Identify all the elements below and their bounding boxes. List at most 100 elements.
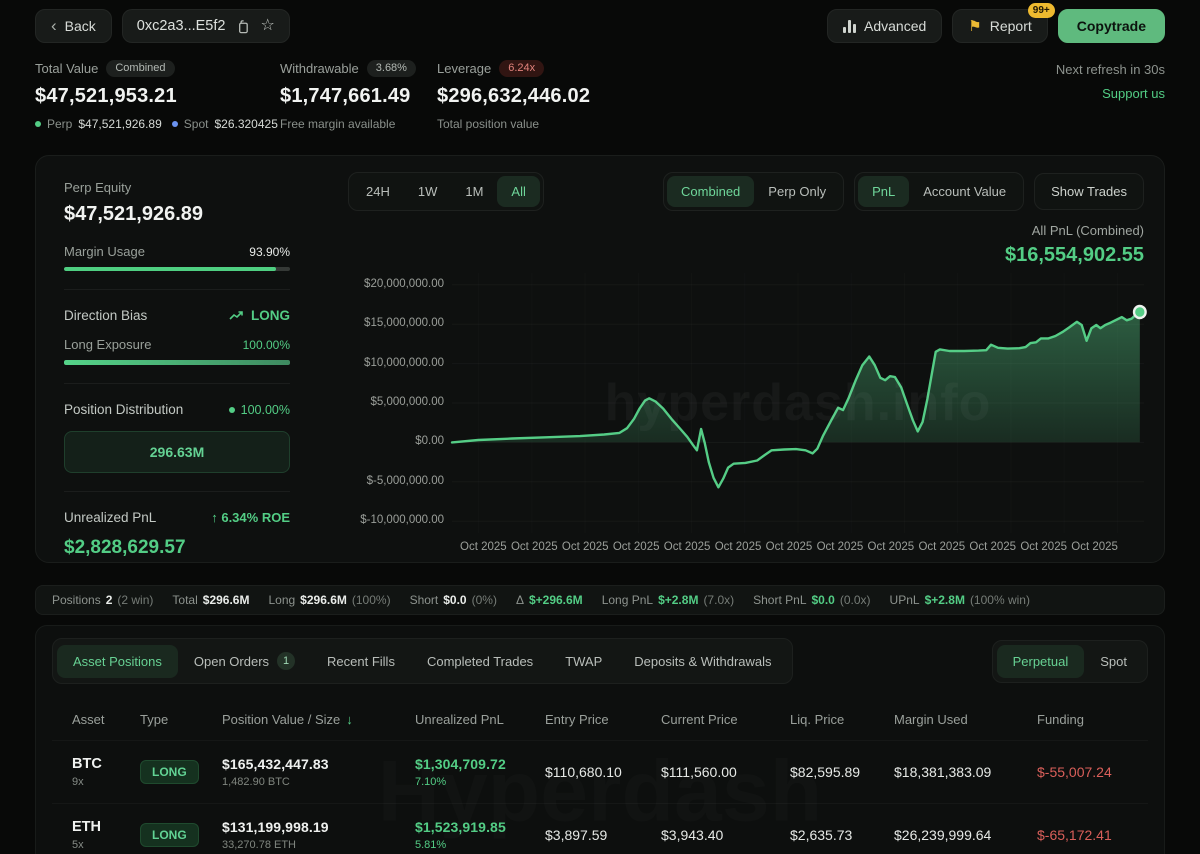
summary-stat-label: Positions <box>52 593 101 607</box>
withdrawable-value: $1,747,661.49 <box>280 85 411 107</box>
divider <box>64 289 290 290</box>
show-trades-button[interactable]: Show Trades <box>1034 173 1144 210</box>
mode-combined[interactable]: Combined <box>667 176 755 207</box>
column-header-label: Funding <box>1037 711 1084 727</box>
position-row-eth[interactable]: ETH 5x LONG $131,199,998.19 33,270.78 ETH $1,… <box>52 803 1148 854</box>
x-axis-tick: Oct 2025 <box>510 541 558 553</box>
long-exposure-label: Long Exposure <box>64 337 152 352</box>
entry-price: $3,897.59 <box>545 827 608 843</box>
copytrade-button[interactable]: Copytrade <box>1057 9 1165 43</box>
margin-usage-value: 93.90% <box>249 244 290 259</box>
metric-account-value[interactable]: Account Value <box>909 176 1020 207</box>
position-value-cell: $165,432,447.83 1,482.90 BTC <box>222 756 415 788</box>
summary-stat-value: $296.6M <box>202 593 250 607</box>
long-exposure-bar-fill <box>64 360 290 365</box>
column-header-current-price[interactable]: Current Price <box>661 712 790 727</box>
position-row-btc[interactable]: BTC 9x LONG $165,432,447.83 1,482.90 BTC $1,3… <box>52 740 1148 803</box>
time-range-selector: 24H 1W 1M All <box>348 172 544 211</box>
summary-stat-positions: Positions 2 (2 win) <box>52 593 153 607</box>
unrealized-pnl-percent: 5.81% <box>415 839 447 851</box>
summary-stat-extra: (0%) <box>471 593 497 607</box>
wallet-address-pill[interactable]: 0xc2a3...E5f2 ☆ <box>121 9 290 43</box>
leverage-sub: Total position value <box>437 117 540 131</box>
distribution-dot-icon <box>228 406 235 413</box>
column-header-asset[interactable]: Asset <box>72 712 140 727</box>
summary-stat-label: Long <box>268 593 296 607</box>
column-header-margin-used[interactable]: Margin Used <box>894 712 1037 727</box>
tab-label: Completed Trades <box>426 653 534 669</box>
y-axis-tick: $10,000,000.00 <box>364 356 444 369</box>
advanced-button[interactable]: Advanced <box>827 9 943 43</box>
combined-badge: Combined <box>106 60 175 77</box>
column-header-funding[interactable]: Funding <box>1037 712 1148 727</box>
summary-stat-value: $+2.8M <box>658 593 699 607</box>
summary-stat-extra: (2 win) <box>117 593 154 607</box>
time-range-1w[interactable]: 1W <box>404 176 452 207</box>
tab-asset-positions[interactable]: Asset Positions <box>57 644 178 678</box>
tab-deposits-withdrawals[interactable]: Deposits & Withdrawals <box>618 645 787 678</box>
type-cell: LONG <box>140 823 222 847</box>
pnl-area-chart[interactable]: hyperdash.info <box>452 273 1147 533</box>
tab-completed-trades[interactable]: Completed Trades <box>411 645 549 678</box>
top-bar: ‹ Back 0xc2a3...E5f2 ☆ Advanced ⚑ Report… <box>35 3 1165 44</box>
leverage-label: Leverage <box>437 61 492 76</box>
time-range-1m[interactable]: 1M <box>451 176 497 207</box>
column-header-position-value-size[interactable]: Position Value / Size ↓ <box>222 712 415 727</box>
summary-stat-upnl: UPnL $+2.8M (100% win) <box>890 593 1030 607</box>
column-header-entry-price[interactable]: Entry Price <box>545 712 661 727</box>
summary-stat-short: Short $0.0 (0%) <box>410 593 497 607</box>
time-range-all[interactable]: All <box>497 176 540 207</box>
position-distribution-label: Position Distribution <box>64 402 184 417</box>
chart-end-marker <box>1132 304 1147 320</box>
time-range-24h[interactable]: 24H <box>352 176 404 207</box>
sort-descending-icon: ↓ <box>346 711 353 727</box>
market-toggle-perpetual[interactable]: Perpetual <box>996 644 1085 678</box>
tab-open-orders[interactable]: Open Orders 1 <box>178 643 311 679</box>
refresh-countdown: Next refresh in 30s <box>1055 62 1165 77</box>
summary-stat-extra: (100%) <box>351 593 391 607</box>
asset-leverage: 5x <box>72 839 84 851</box>
y-axis-tick: $-5,000,000.00 <box>366 474 444 487</box>
tab-count-badge: 1 <box>277 652 296 670</box>
column-header-label: Type <box>140 711 169 727</box>
x-axis-tick: Oct 2025 <box>969 541 1017 553</box>
pnl-chart-svg <box>452 304 1147 533</box>
mode-perp-only[interactable]: Perp Only <box>754 176 840 207</box>
summary-stat-value: 2 <box>105 593 113 607</box>
support-us-link[interactable]: Support us <box>1056 86 1165 101</box>
trader-dashboard-page: ‹ Back 0xc2a3...E5f2 ☆ Advanced ⚑ Report… <box>0 0 1200 854</box>
position-distribution-pct: 100.00% <box>240 402 290 417</box>
column-header-type[interactable]: Type <box>140 712 222 727</box>
type-cell: LONG <box>140 760 222 784</box>
divider <box>64 491 290 492</box>
column-header-label: Current Price <box>661 711 738 727</box>
column-header-liq-price[interactable]: Liq. Price <box>790 712 894 727</box>
copy-icon[interactable] <box>235 19 250 34</box>
back-button[interactable]: ‹ Back <box>35 9 112 43</box>
long-badge: LONG <box>140 760 199 784</box>
column-header-unrealized-pnl[interactable]: Unrealized PnL <box>415 712 545 727</box>
trending-up-icon <box>229 310 243 320</box>
pnl-chart-section: 24H 1W 1M All Combined Perp Only PnL Account … <box>316 172 1147 553</box>
funding-value: $-55,007.24 <box>1037 764 1112 780</box>
metric-pnl[interactable]: PnL <box>858 176 910 207</box>
total-value-stat: Total Value Combined $47,521,953.21 Perp… <box>35 60 280 131</box>
spot-label: Spot <box>183 117 209 131</box>
summary-stat-long: Long $296.6M (100%) <box>268 593 390 607</box>
withdrawable-label: Withdrawable <box>280 61 359 76</box>
tab-recent-fills[interactable]: Recent Fills <box>311 645 411 678</box>
report-button[interactable]: ⚑ Report 99+ <box>952 3 1055 43</box>
asset-cell: BTC 9x <box>72 756 140 788</box>
position-distribution-box[interactable]: 296.63M <box>64 431 290 473</box>
favorite-star-icon[interactable]: ☆ <box>260 18 274 34</box>
tab-twap[interactable]: TWAP <box>549 645 618 678</box>
divider <box>64 383 290 384</box>
refresh-info: Next refresh in 30s Support us <box>1056 60 1165 131</box>
position-distribution-value: 296.63M <box>149 444 205 460</box>
position-value: $131,199,998.19 <box>222 819 329 835</box>
direction-bias-value: LONG <box>251 308 290 323</box>
perp-label: Perp <box>47 117 73 131</box>
market-toggle-spot[interactable]: Spot <box>1084 645 1143 678</box>
asset-leverage: 9x <box>72 776 84 788</box>
advanced-label: Advanced <box>864 18 927 34</box>
